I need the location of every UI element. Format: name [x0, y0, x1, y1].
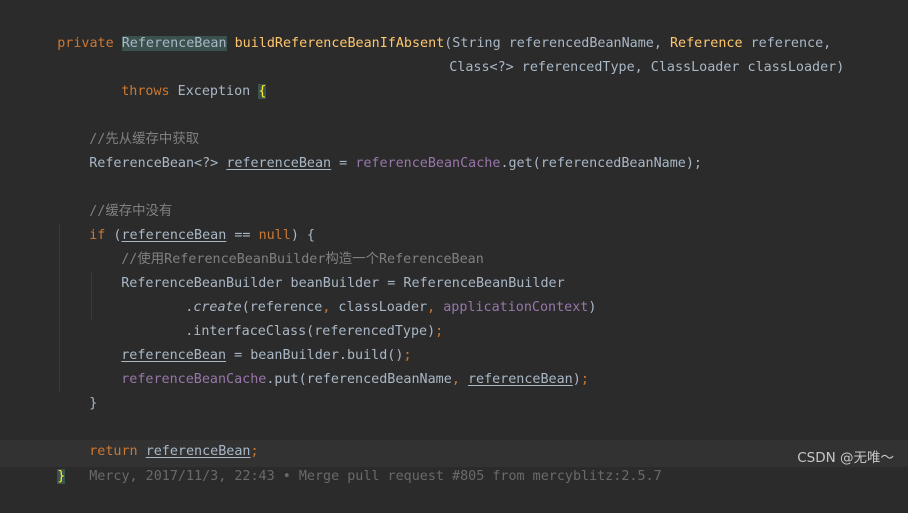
code-line-13[interactable]: .interfaceClass(referencedType);	[153, 296, 443, 339]
field-applicationContext: applicationContext	[435, 300, 589, 315]
variable-referenceBean: referenceBean	[226, 156, 332, 171]
return-type-highlight: ReferenceBean	[121, 36, 227, 51]
code-line-3[interactable]: throws Exception {	[89, 56, 267, 99]
blame-text: Mercy, 2017/11/3, 22:43 • Merge pull req…	[89, 469, 662, 484]
code-line-12[interactable]: .create(reference, classLoader, applicat…	[153, 272, 596, 315]
field-referenceBeanCache: referenceBeanCache	[121, 372, 267, 387]
brace-match-highlight: {	[258, 84, 267, 99]
keyword-private: private	[57, 36, 114, 51]
code-line-11[interactable]: ReferenceBeanBuilder beanBuilder = Refer…	[89, 248, 564, 291]
code-editor[interactable]: private ReferenceBean buildReferenceBean…	[0, 0, 908, 484]
keyword-throws: throws	[121, 84, 170, 99]
code-line-15[interactable]: referenceBeanCache.put(referencedBeanNam…	[89, 344, 589, 387]
code-line-9[interactable]: if (referenceBean == null) {	[57, 200, 315, 243]
field-referenceBeanCache: referenceBeanCache	[355, 156, 501, 171]
code-line-18[interactable]: return referenceBean;	[57, 416, 258, 459]
code-line-8[interactable]: //缓存中没有	[57, 176, 172, 219]
watermark: CSDN @无唯～	[797, 450, 894, 466]
code-line-6[interactable]: ReferenceBean<?> referenceBean = referen…	[57, 128, 702, 171]
code-line-2[interactable]: Class<?> referencedType, ClassLoader cla…	[417, 32, 844, 75]
git-blame-annotation[interactable]: Mercy, 2017/11/3, 22:43 • Merge pull req…	[57, 441, 661, 484]
code-line-14[interactable]: referenceBean = beanBuilder.build();	[89, 320, 411, 363]
code-line-1[interactable]: private ReferenceBean buildReferenceBean…	[25, 8, 831, 51]
method-name: buildReferenceBeanIfAbsent	[234, 36, 445, 51]
code-line-16[interactable]: }	[57, 368, 97, 411]
code-line-10[interactable]: //使用ReferenceBeanBuilder构造一个ReferenceBea…	[89, 224, 484, 267]
code-line-5[interactable]: //先从缓存中获取	[57, 104, 199, 147]
variable-referenceBean: referenceBean	[467, 372, 573, 387]
